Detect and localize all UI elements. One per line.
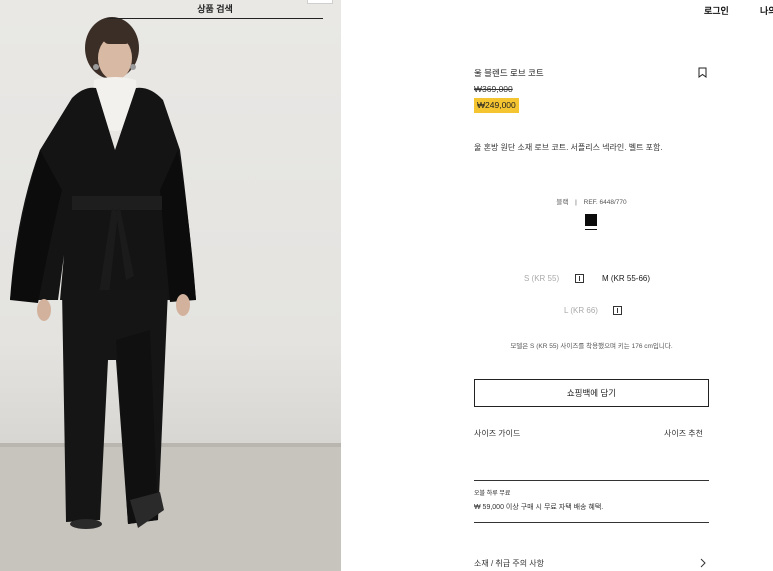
size-recommend-link[interactable]: 사이즈 추천 [664,428,703,439]
my-account-link[interactable]: 나의 [760,4,773,17]
color-name: 블랙 [556,199,569,206]
reference-code: REF. 6448/770 [583,199,627,206]
bookmark-icon[interactable] [698,67,707,78]
product-image[interactable]: 상품 검색 [0,0,341,571]
size-option-s[interactable]: S (KR 55) [524,274,559,283]
color-ref-row: 블랙 | REF. 6448/770 [474,196,709,206]
chevron-right-icon[interactable] [699,558,707,568]
add-to-bag-button[interactable]: 쇼핑백에 담기 [474,379,709,407]
separator: | [575,199,577,206]
selected-swatch-indicator [585,229,597,230]
product-title: 울 블렌드 로브 코트 [474,68,544,78]
size-info-icon[interactable] [575,274,584,283]
model-size-note: 모델은 S (KR 55) 사이즈를 착용했으며 키는 176 cm입니다. [510,343,673,350]
size-option-l[interactable]: L (KR 66) [564,306,598,315]
product-description: 울 혼방 원단 소재 로브 코트. 서플리스 넥라인. 벨트 포함. [474,143,663,152]
divider [474,522,709,523]
original-price: ₩369,000 [474,84,513,94]
top-corner-tab [307,0,333,4]
login-link[interactable]: 로그인 [704,4,729,17]
shipping-info: ₩ 59,000 이상 구매 시 무료 자택 배송 혜택. [474,504,604,511]
shipping-title: 오블 하루 무료 [474,491,511,497]
size-info-icon[interactable] [613,306,622,315]
search-bar[interactable]: 상품 검색 [107,0,323,19]
search-label: 상품 검색 [197,4,233,14]
divider [474,480,709,481]
model-figure [0,17,341,571]
color-swatch-black[interactable] [585,214,597,226]
sale-price: ₩249,000 [474,98,519,113]
care-instructions-link[interactable]: 소재 / 취급 주의 사항 [474,558,544,569]
size-option-m[interactable]: M (KR 55-66) [602,274,650,283]
size-guide-link[interactable]: 사이즈 가이드 [474,428,520,439]
